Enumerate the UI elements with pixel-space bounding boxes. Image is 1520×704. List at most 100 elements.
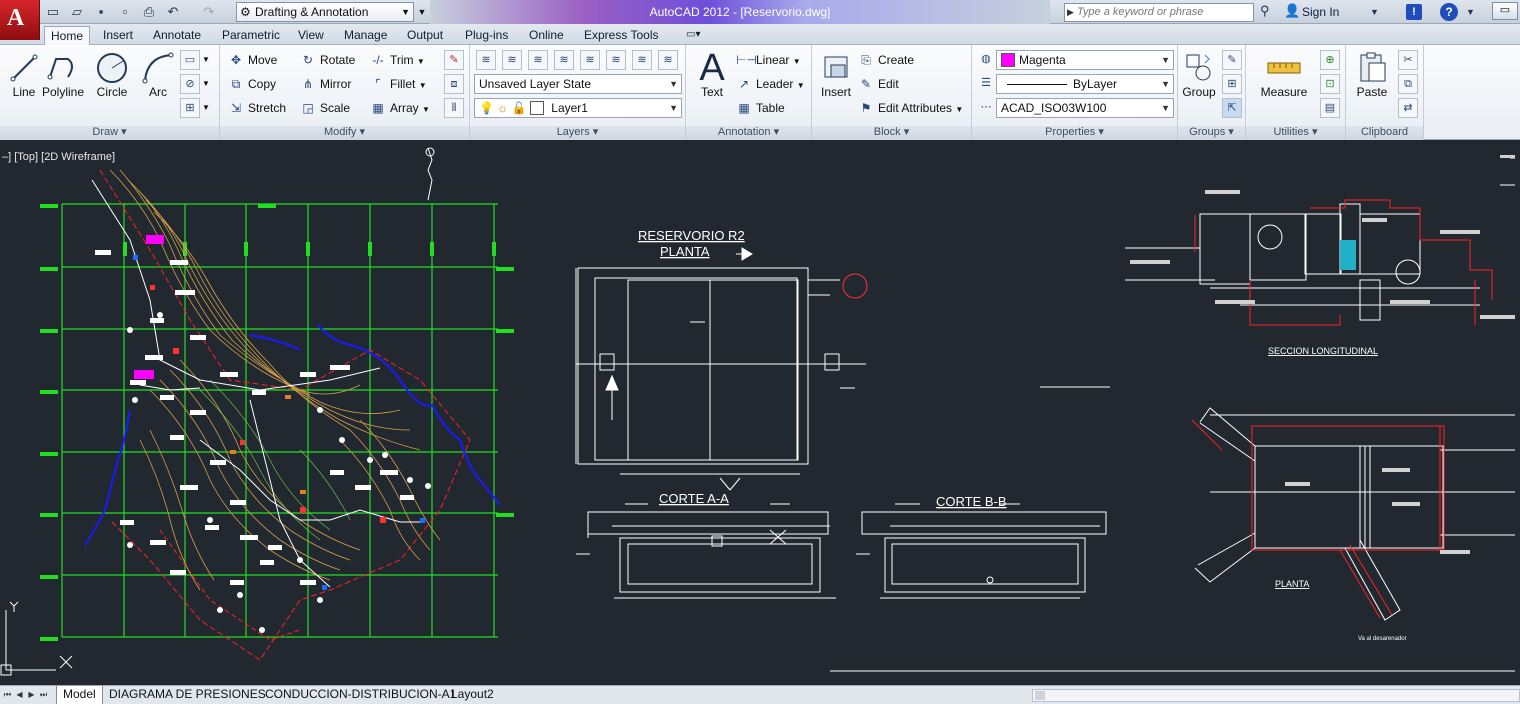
- tab-diagrama-de-presiones[interactable]: DIAGRAMA DE PRESIONES: [103, 686, 272, 704]
- open-folder-icon[interactable]: ▱: [68, 3, 86, 21]
- polyline-button[interactable]: Polyline: [38, 49, 88, 105]
- tab-online[interactable]: Online: [523, 26, 570, 45]
- cut-icon[interactable]: ✂: [1398, 50, 1418, 70]
- edit-block-button[interactable]: ✎ Edit: [858, 74, 899, 94]
- erase-icon[interactable]: ✎: [444, 50, 464, 70]
- tab-conduccion-distribucion[interactable]: CONDUCCION-DISTRIBUCION-A1: [259, 686, 462, 704]
- sign-in-link[interactable]: Sign In: [1302, 3, 1339, 21]
- chevron-down-icon[interactable]: ▼: [1466, 7, 1475, 25]
- layer-previous-icon[interactable]: ≋: [632, 50, 652, 70]
- application-menu-button[interactable]: A: [0, 0, 40, 40]
- layer-freeze-icon[interactable]: ≋: [554, 50, 574, 70]
- hatch-icon[interactable]: ⊘: [180, 74, 200, 94]
- horizontal-scrollbar[interactable]: [1032, 689, 1520, 702]
- clipboard-panel-title[interactable]: Clipboard: [1346, 126, 1423, 140]
- help-icon[interactable]: ?: [1440, 3, 1458, 21]
- tab-layout2[interactable]: Layout2: [445, 686, 500, 704]
- copy-clip-icon[interactable]: ⧉: [1398, 74, 1418, 94]
- annotation-panel-title[interactable]: Annotation ▾: [686, 126, 811, 140]
- ribbon-minimize-icon[interactable]: ▭▾: [680, 26, 706, 45]
- linetype-icon[interactable]: ⋯: [976, 98, 996, 118]
- scale-button[interactable]: ◲ Scale: [300, 98, 350, 118]
- binoculars-icon[interactable]: ⚲: [1260, 3, 1270, 21]
- create-block-button[interactable]: ⎘ Create: [858, 50, 914, 70]
- viewport-controls[interactable]: –] [Top] [2D Wireframe]: [2, 151, 115, 163]
- fillet-button[interactable]: ⌜ Fillet ▼: [370, 74, 426, 94]
- trim-button[interactable]: -/- Trim ▼: [370, 50, 424, 70]
- workspace-dropdown[interactable]: ⚙ Drafting & Annotation ▼: [236, 2, 414, 22]
- layer-dropdown[interactable]: 💡 ☼ 🔓 Layer1 ▼: [474, 98, 682, 118]
- layer-state-dropdown[interactable]: Unsaved Layer State ▼: [474, 74, 682, 94]
- save-as-icon[interactable]: ▫: [116, 3, 134, 21]
- modify-panel-title[interactable]: Modify ▾: [220, 126, 469, 140]
- minimize-button[interactable]: ▭: [1492, 2, 1518, 20]
- linetype-dropdown[interactable]: ACAD_ISO03W100 ▼: [996, 98, 1174, 118]
- ungroup-icon[interactable]: ✎: [1222, 50, 1242, 70]
- measure-button[interactable]: Measure: [1256, 49, 1312, 105]
- tab-home[interactable]: Home: [44, 26, 91, 45]
- tab-insert[interactable]: Insert: [97, 26, 139, 45]
- color-wheel-icon[interactable]: ◍: [976, 50, 996, 70]
- color-dropdown[interactable]: Magenta ▼: [996, 50, 1174, 70]
- arc-button[interactable]: Arc: [134, 49, 182, 105]
- new-file-icon[interactable]: ▭: [44, 3, 62, 21]
- group-selection-icon[interactable]: ⇱: [1222, 98, 1242, 118]
- exchange-icon[interactable]: !: [1406, 4, 1422, 20]
- calculator-icon[interactable]: ▤: [1320, 98, 1340, 118]
- prev-layout-icon[interactable]: ◀: [14, 688, 25, 702]
- lineweight-icon[interactable]: ☰: [976, 74, 996, 94]
- group-edit-icon[interactable]: ⊞: [1222, 74, 1242, 94]
- chevron-down-icon[interactable]: ▼: [1370, 7, 1379, 25]
- utilities-panel-title[interactable]: Utilities ▾: [1246, 126, 1345, 140]
- insert-block-button[interactable]: Insert: [812, 49, 860, 105]
- array-button[interactable]: ▦ Array ▼: [370, 98, 430, 118]
- quick-access-customize-icon[interactable]: ▼: [415, 3, 429, 21]
- linear-button[interactable]: ⊢⊣Linear ▼: [736, 50, 801, 70]
- scrollbar-thumb[interactable]: [1035, 691, 1045, 700]
- layers-panel-title[interactable]: Layers ▾: [470, 126, 685, 140]
- tab-plugins[interactable]: Plug-ins: [459, 26, 514, 45]
- boundary-icon[interactable]: ⊞: [180, 98, 200, 118]
- layer-match-icon[interactable]: ≋: [606, 50, 626, 70]
- stretch-button[interactable]: ⇲ Stretch: [228, 98, 286, 118]
- draw-panel-title[interactable]: Draw ▾: [0, 126, 219, 140]
- layer-lock-icon[interactable]: ≋: [580, 50, 600, 70]
- properties-panel-title[interactable]: Properties ▾: [972, 126, 1177, 140]
- tab-view[interactable]: View: [292, 26, 330, 45]
- tab-manage[interactable]: Manage: [338, 26, 393, 45]
- circle-button[interactable]: Circle: [88, 49, 136, 105]
- leader-button[interactable]: ↗ Leader ▼: [736, 74, 805, 94]
- layer-properties-icon[interactable]: ≋: [476, 50, 496, 70]
- undo-icon[interactable]: ↶: [164, 3, 182, 21]
- rotate-button[interactable]: ↻ Rotate: [300, 50, 355, 70]
- text-button[interactable]: A Text: [688, 49, 736, 105]
- tab-model[interactable]: Model: [56, 686, 103, 704]
- redo-icon[interactable]: ↷: [200, 3, 218, 21]
- mirror-button[interactable]: ⋔ Mirror: [300, 74, 351, 94]
- rectangle-icon[interactable]: ▭: [180, 50, 200, 70]
- layer-off-icon[interactable]: ≋: [502, 50, 522, 70]
- search-input[interactable]: ▶ Type a keyword or phrase: [1064, 3, 1254, 22]
- first-layout-icon[interactable]: ⏮: [2, 688, 13, 702]
- chevron-down-icon[interactable]: ▼: [202, 50, 210, 70]
- edit-attributes-button[interactable]: ⚑ Edit Attributes ▼: [858, 98, 964, 118]
- match-properties-icon[interactable]: ⇄: [1398, 98, 1418, 118]
- move-button[interactable]: ✥ Move: [228, 50, 277, 70]
- layer-isolate-icon[interactable]: ≋: [528, 50, 548, 70]
- chevron-down-icon[interactable]: ▼: [202, 74, 210, 94]
- tab-express-tools[interactable]: Express Tools: [578, 26, 664, 45]
- layer-walk-icon[interactable]: ≋: [658, 50, 678, 70]
- select-all-icon[interactable]: ⊡: [1320, 74, 1340, 94]
- next-layout-icon[interactable]: ▶: [26, 688, 37, 702]
- chevron-down-icon[interactable]: ▼: [202, 98, 210, 118]
- print-icon[interactable]: ⎙: [140, 3, 158, 21]
- groups-panel-title[interactable]: Groups ▾: [1178, 126, 1245, 140]
- quick-select-icon[interactable]: ⊕: [1320, 50, 1340, 70]
- group-button[interactable]: Group: [1178, 49, 1220, 105]
- copy-button[interactable]: ⧉ Copy: [228, 74, 276, 94]
- block-panel-title[interactable]: Block ▾: [812, 126, 971, 140]
- save-icon[interactable]: ▪: [92, 3, 110, 21]
- offset-icon[interactable]: ⫴: [444, 98, 464, 118]
- explode-icon[interactable]: ⧈: [444, 74, 464, 94]
- model-space-canvas[interactable]: RESERVORIO R2 PLANTA CORTE A-A CORTE B-B…: [0, 140, 1520, 685]
